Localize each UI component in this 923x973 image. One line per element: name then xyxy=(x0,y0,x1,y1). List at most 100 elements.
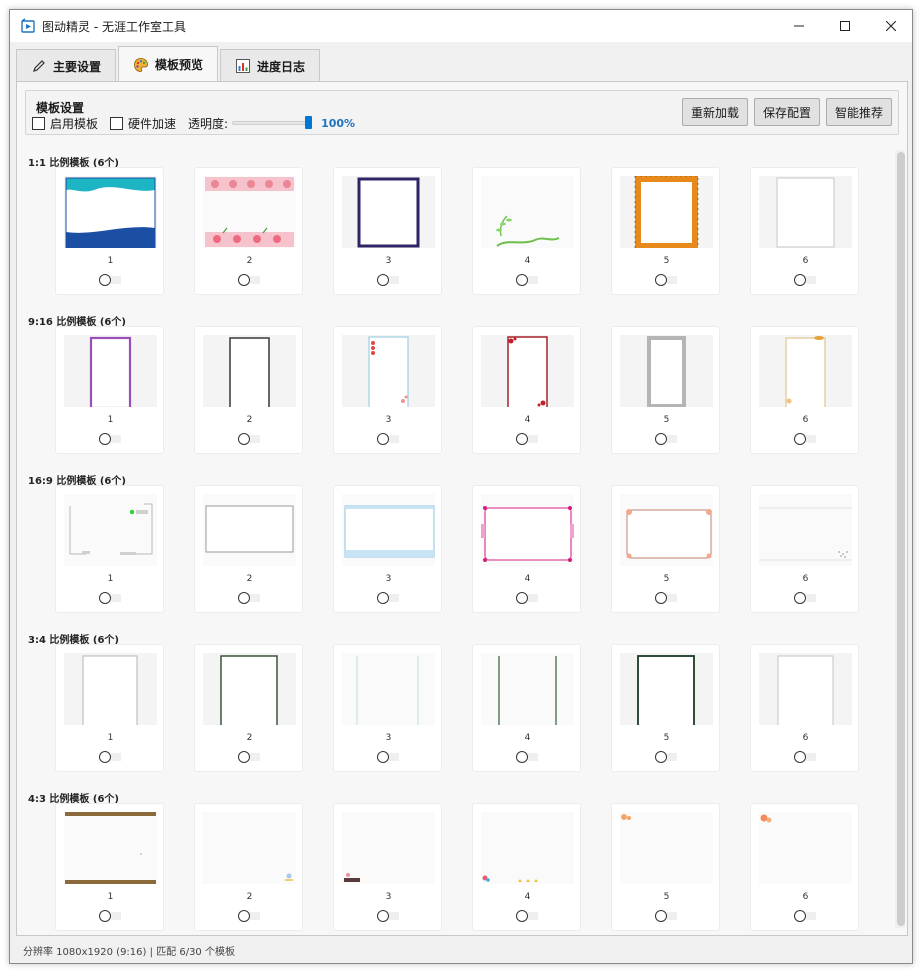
template-thumbnail[interactable] xyxy=(759,494,852,566)
template-thumbnail[interactable] xyxy=(620,335,713,407)
template-card[interactable]: 2 xyxy=(194,485,303,613)
template-card[interactable]: 6 xyxy=(750,167,859,295)
template-card[interactable]: 6 xyxy=(750,326,859,454)
template-card[interactable]: 3 xyxy=(333,644,442,772)
template-radio[interactable] xyxy=(794,910,806,922)
template-radio[interactable] xyxy=(238,274,250,286)
template-card[interactable]: 4 xyxy=(472,167,581,295)
hw-accel-checkbox[interactable] xyxy=(110,116,124,130)
template-thumbnail[interactable] xyxy=(759,653,852,725)
template-radio[interactable] xyxy=(516,592,528,604)
template-radio[interactable] xyxy=(794,592,806,604)
template-radio[interactable] xyxy=(516,751,528,763)
template-card[interactable]: 1 xyxy=(55,803,164,931)
template-radio[interactable] xyxy=(516,274,528,286)
template-thumbnail[interactable] xyxy=(342,335,435,407)
template-radio[interactable] xyxy=(794,751,806,763)
template-card[interactable]: 2 xyxy=(194,803,303,931)
template-thumbnail[interactable] xyxy=(759,812,852,884)
scrollbar-thumb[interactable] xyxy=(897,152,905,926)
template-card[interactable]: 4 xyxy=(472,644,581,772)
template-card[interactable]: 4 xyxy=(472,326,581,454)
template-card[interactable]: 3 xyxy=(333,803,442,931)
template-thumbnail[interactable] xyxy=(64,653,157,725)
template-card[interactable]: 1 xyxy=(55,326,164,454)
template-thumbnail[interactable] xyxy=(203,812,296,884)
reload-button[interactable]: 重新加载 xyxy=(681,98,748,126)
template-radio[interactable] xyxy=(99,592,111,604)
template-card[interactable]: 6 xyxy=(750,644,859,772)
template-card[interactable]: 3 xyxy=(333,485,442,613)
minimize-button[interactable] xyxy=(776,10,822,42)
template-card[interactable]: 1 xyxy=(55,167,164,295)
template-card[interactable]: 3 xyxy=(333,326,442,454)
template-radio[interactable] xyxy=(377,751,389,763)
vertical-scrollbar[interactable] xyxy=(895,150,905,928)
template-radio[interactable] xyxy=(655,274,667,286)
template-radio[interactable] xyxy=(99,910,111,922)
template-radio[interactable] xyxy=(377,910,389,922)
template-card[interactable]: 6 xyxy=(750,485,859,613)
template-thumbnail[interactable] xyxy=(64,335,157,407)
template-thumbnail[interactable] xyxy=(64,176,157,248)
template-radio[interactable] xyxy=(655,592,667,604)
template-card[interactable]: 4 xyxy=(472,485,581,613)
template-card[interactable]: 1 xyxy=(55,485,164,613)
template-thumbnail[interactable] xyxy=(620,653,713,725)
template-radio[interactable] xyxy=(238,592,250,604)
template-radio[interactable] xyxy=(655,910,667,922)
template-radio[interactable] xyxy=(794,274,806,286)
template-card[interactable]: 5 xyxy=(611,644,720,772)
template-thumbnail[interactable] xyxy=(64,812,157,884)
template-card[interactable]: 5 xyxy=(611,485,720,613)
template-radio[interactable] xyxy=(655,751,667,763)
template-card[interactable]: 5 xyxy=(611,167,720,295)
template-radio[interactable] xyxy=(655,433,667,445)
template-radio[interactable] xyxy=(99,274,111,286)
template-radio[interactable] xyxy=(377,433,389,445)
template-thumbnail[interactable] xyxy=(203,494,296,566)
template-thumbnail[interactable] xyxy=(620,494,713,566)
template-card[interactable]: 2 xyxy=(194,644,303,772)
template-radio[interactable] xyxy=(377,274,389,286)
template-thumbnail[interactable] xyxy=(759,335,852,407)
template-radio[interactable] xyxy=(516,910,528,922)
template-thumbnail[interactable] xyxy=(481,653,574,725)
template-scroll-area[interactable]: 1:1 比例模板 (6个) 1 23 4 5 6 9:16 比例模板 (6个) 1 2 … xyxy=(25,142,899,936)
template-card[interactable]: 6 xyxy=(750,803,859,931)
template-card[interactable]: 3 xyxy=(333,167,442,295)
template-thumbnail[interactable] xyxy=(481,176,574,248)
template-radio[interactable] xyxy=(238,433,250,445)
template-thumbnail[interactable] xyxy=(342,653,435,725)
slider-thumb[interactable] xyxy=(305,116,313,129)
close-button[interactable] xyxy=(868,10,912,42)
template-radio[interactable] xyxy=(99,751,111,763)
smart-recommend-button[interactable]: 智能推荐 xyxy=(825,98,892,126)
tab-main-settings[interactable]: 主要设置 xyxy=(16,49,117,82)
template-thumbnail[interactable] xyxy=(481,335,574,407)
template-radio[interactable] xyxy=(238,910,250,922)
template-thumbnail[interactable] xyxy=(342,812,435,884)
template-thumbnail[interactable] xyxy=(203,335,296,407)
save-config-button[interactable]: 保存配置 xyxy=(753,98,820,126)
template-radio[interactable] xyxy=(99,433,111,445)
tab-progress-log[interactable]: 进度日志 xyxy=(220,49,321,82)
template-thumbnail[interactable] xyxy=(620,176,713,248)
enable-template-checkbox[interactable] xyxy=(32,116,45,130)
template-radio[interactable] xyxy=(794,433,806,445)
tab-template-preview[interactable]: 模板预览 xyxy=(118,46,219,82)
template-thumbnail[interactable] xyxy=(342,494,435,566)
template-thumbnail[interactable] xyxy=(342,176,435,248)
opacity-slider[interactable] xyxy=(232,116,313,130)
template-thumbnail[interactable] xyxy=(203,653,296,725)
template-thumbnail[interactable] xyxy=(759,176,852,248)
template-radio[interactable] xyxy=(516,433,528,445)
template-card[interactable]: 5 xyxy=(611,803,720,931)
template-thumbnail[interactable] xyxy=(203,176,296,248)
title-bar[interactable]: 图动精灵 - 无涯工作室工具 xyxy=(10,10,912,42)
template-thumbnail[interactable] xyxy=(64,494,157,566)
template-card[interactable]: 2 xyxy=(194,326,303,454)
template-thumbnail[interactable] xyxy=(620,812,713,884)
template-card[interactable]: 5 xyxy=(611,326,720,454)
maximize-button[interactable] xyxy=(822,10,868,42)
